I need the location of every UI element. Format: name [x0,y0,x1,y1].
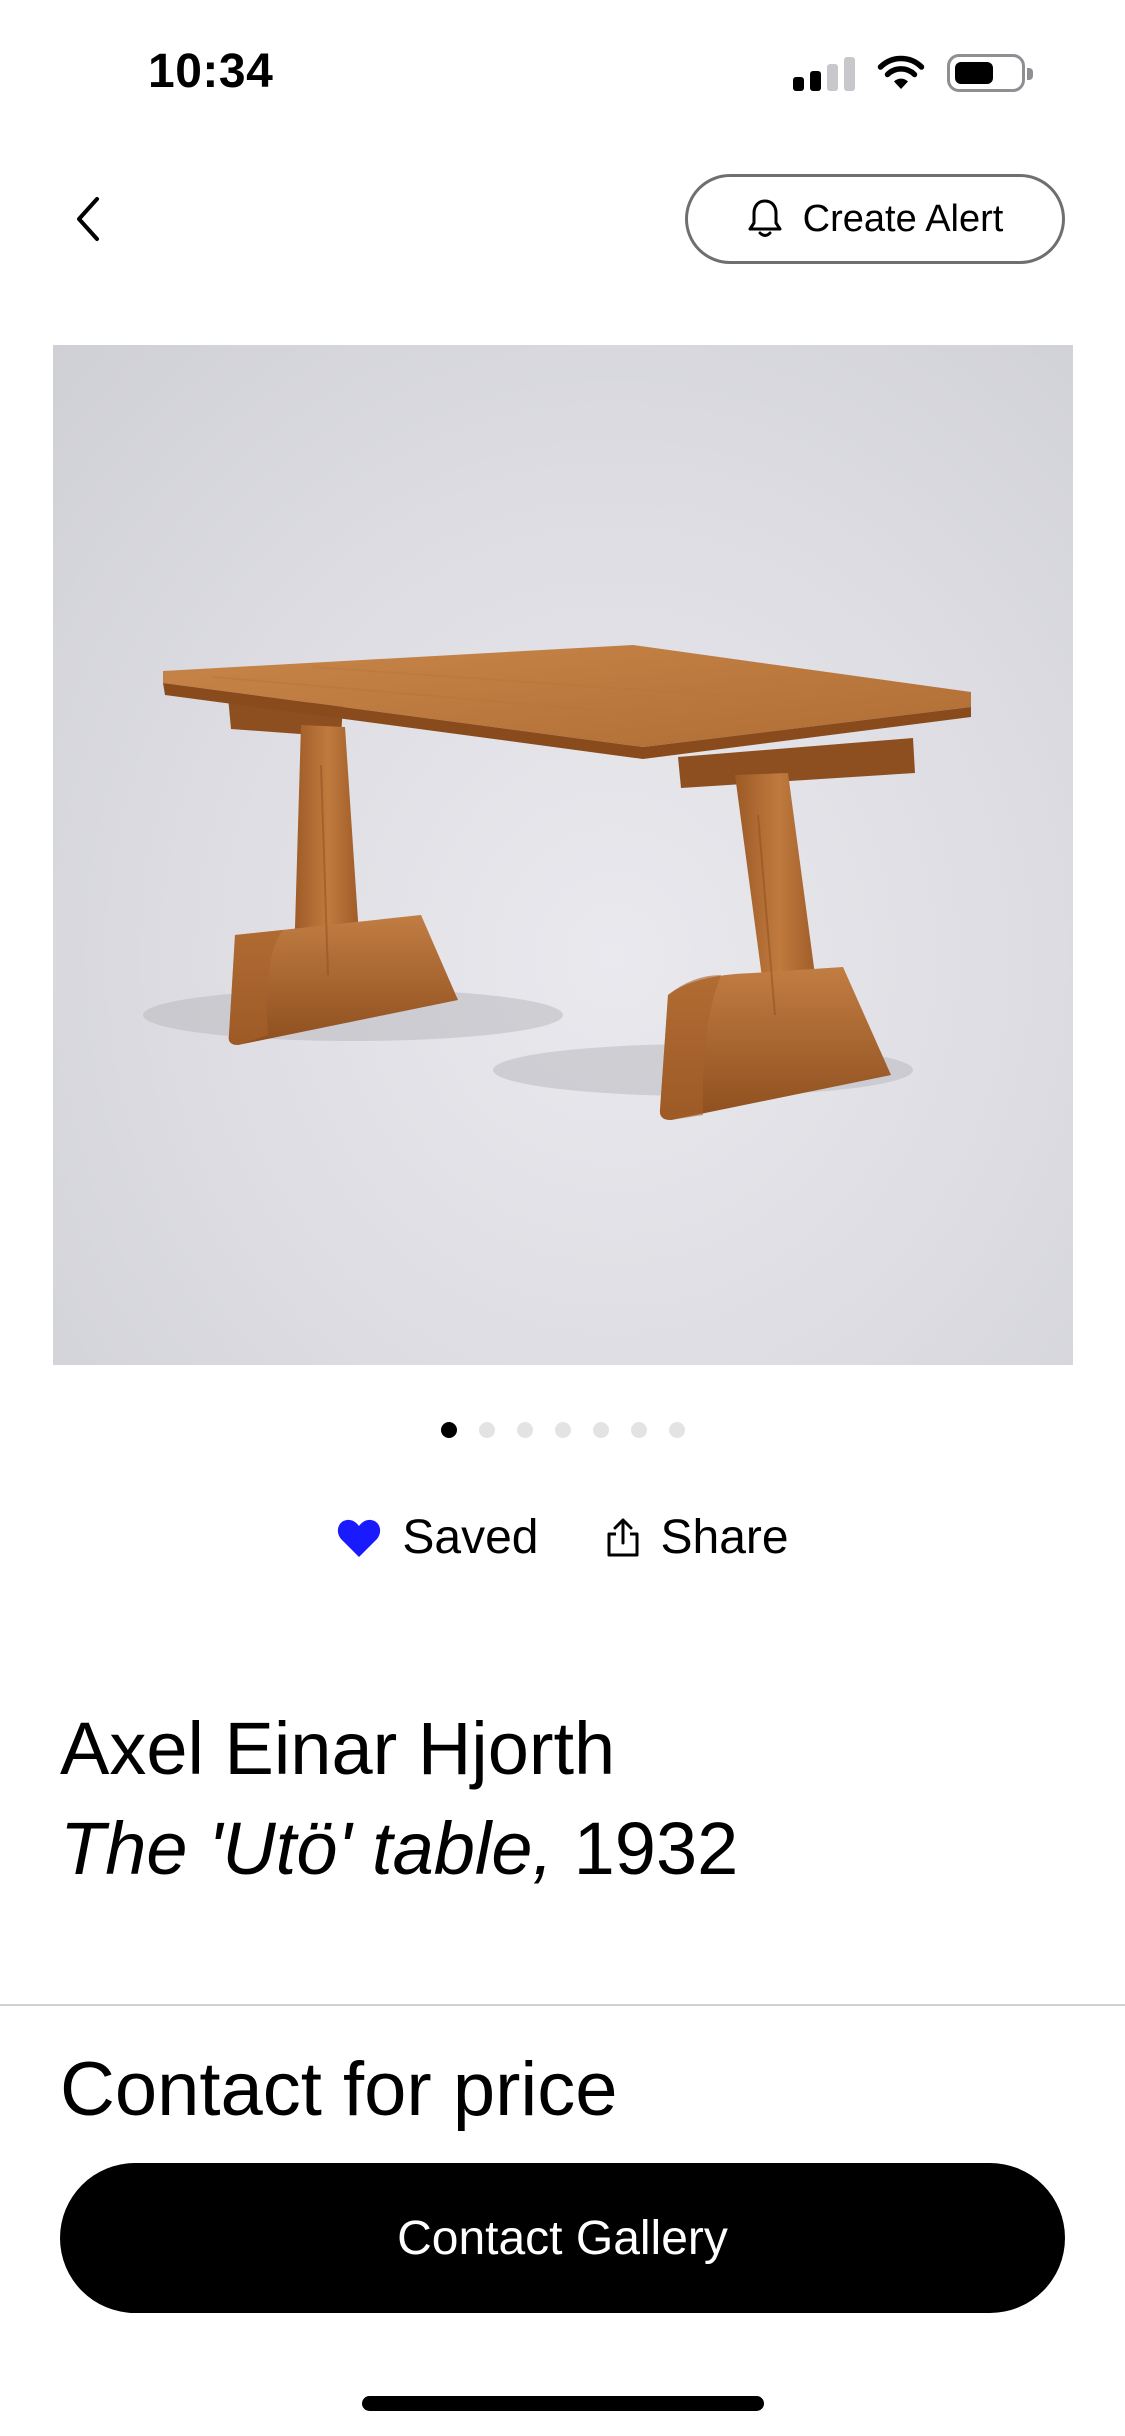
image-carousel-dots [0,1422,1125,1438]
carousel-dot[interactable] [516,1422,533,1438]
section-divider [0,2004,1125,2006]
wifi-icon [877,55,925,89]
saved-label: Saved [402,1511,539,1564]
artwork-image[interactable] [53,345,1073,1365]
contact-gallery-label: Contact Gallery [397,2211,728,2265]
home-indicator [362,2396,764,2411]
create-alert-button[interactable]: Create Alert [685,174,1065,264]
carousel-dot[interactable] [478,1422,495,1438]
saved-button[interactable]: Saved [336,1510,539,1565]
artwork-title-line: The 'Utö' table, 1932 [60,1806,738,1891]
cellular-signal-icon [793,55,855,91]
contact-gallery-button[interactable]: Contact Gallery [60,2163,1065,2313]
carousel-dot[interactable] [592,1422,609,1438]
status-time: 10:34 [148,45,274,98]
back-button[interactable] [58,184,118,254]
artwork-actions: Saved Share [0,1510,1125,1565]
status-bar: 10:34 [0,0,1125,140]
battery-icon [947,54,1033,92]
artist-name[interactable]: Axel Einar Hjorth [60,1706,615,1791]
carousel-dot[interactable] [630,1422,647,1438]
carousel-dot-active[interactable] [440,1422,457,1438]
share-icon [607,1518,638,1556]
heart-filled-icon [338,1519,381,1557]
table-illustration [143,645,971,1120]
carousel-dot[interactable] [668,1422,685,1438]
create-alert-label: Create Alert [802,197,1004,240]
price-text: Contact for price [60,2047,618,2132]
share-label: Share [660,1511,789,1564]
bell-icon [748,199,782,237]
artwork-screen: 10:34 Create Alert Saved Share Axel Eina… [0,0,1125,2436]
status-icons [793,54,1033,92]
artwork-title: The 'Utö' table, [60,1807,554,1890]
artwork-year: 1932 [573,1807,739,1890]
share-button[interactable]: Share [605,1510,789,1565]
carousel-dot[interactable] [554,1422,571,1438]
chevron-left-icon [77,197,99,241]
